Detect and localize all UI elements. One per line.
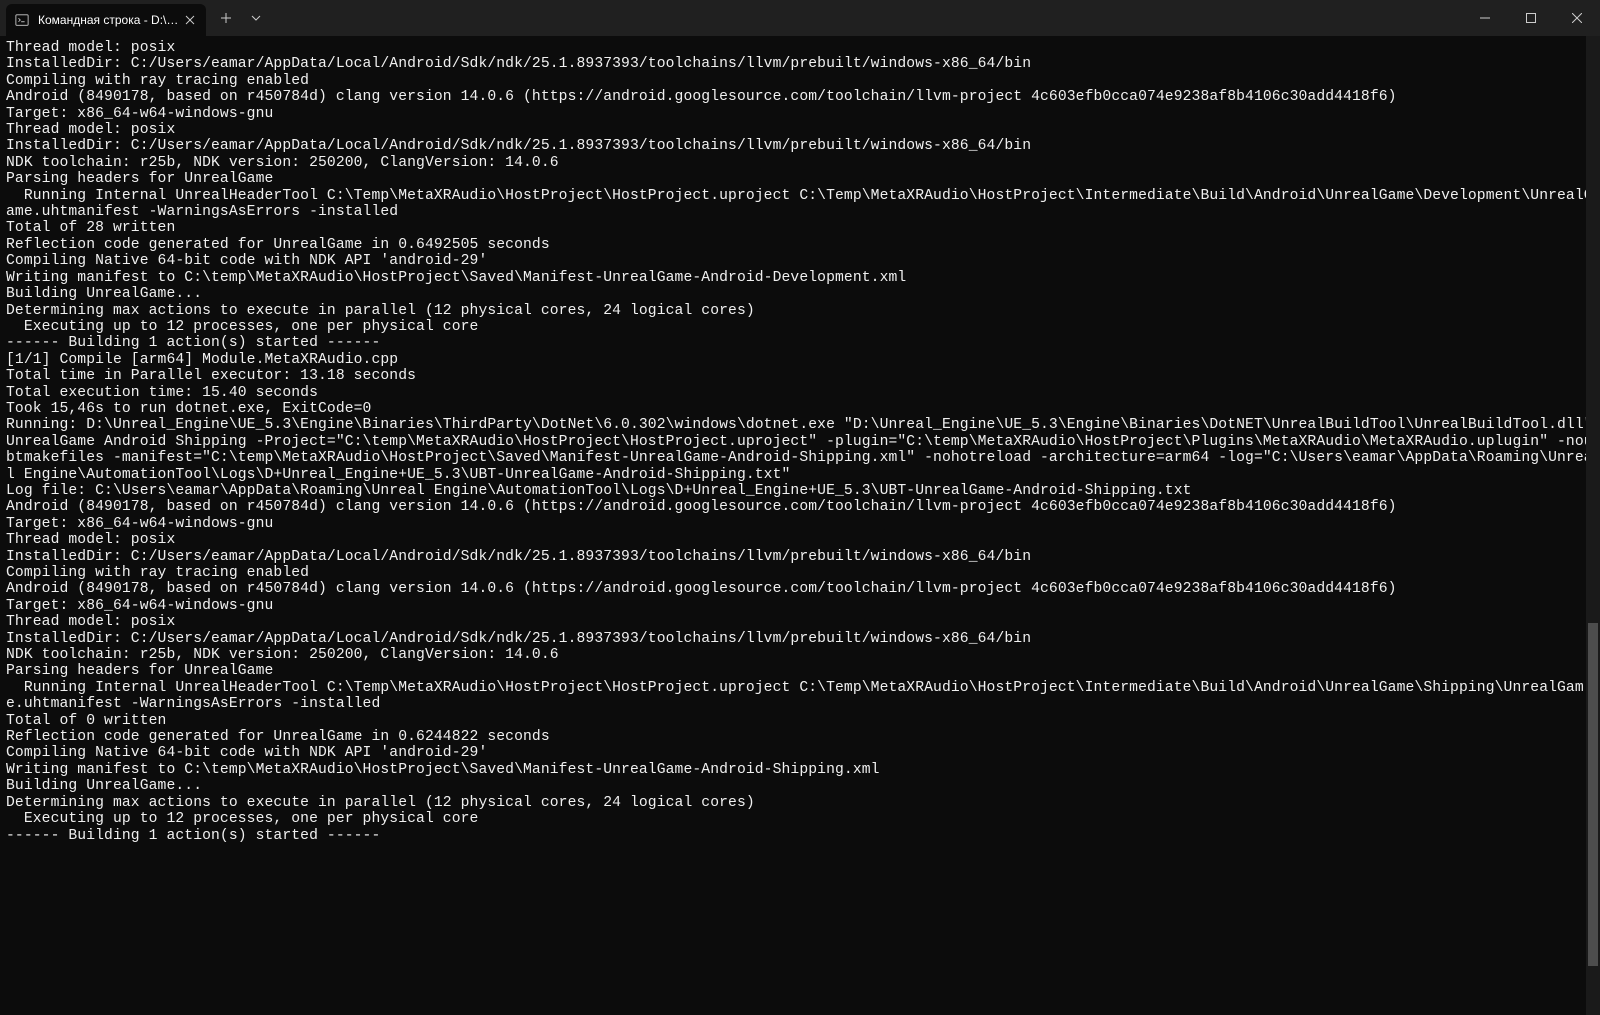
tab-close-button[interactable] (182, 12, 198, 28)
tab-dropdown-button[interactable] (242, 0, 270, 36)
minimize-button[interactable] (1462, 0, 1508, 36)
tab-title: Командная строка - D:\Unrea (38, 13, 182, 27)
scrollbar[interactable] (1586, 36, 1600, 1015)
terminal-icon (14, 12, 30, 28)
new-tab-button[interactable] (210, 0, 242, 36)
maximize-button[interactable] (1508, 0, 1554, 36)
terminal-output[interactable]: Thread model: posix InstalledDir: C:/Use… (0, 36, 1600, 1015)
titlebar: Командная строка - D:\Unrea (0, 0, 1600, 36)
titlebar-drag-area[interactable] (270, 0, 1462, 36)
tab-active[interactable]: Командная строка - D:\Unrea (6, 4, 206, 36)
close-button[interactable] (1554, 0, 1600, 36)
scrollbar-thumb[interactable] (1588, 623, 1598, 966)
window-controls (1462, 0, 1600, 36)
